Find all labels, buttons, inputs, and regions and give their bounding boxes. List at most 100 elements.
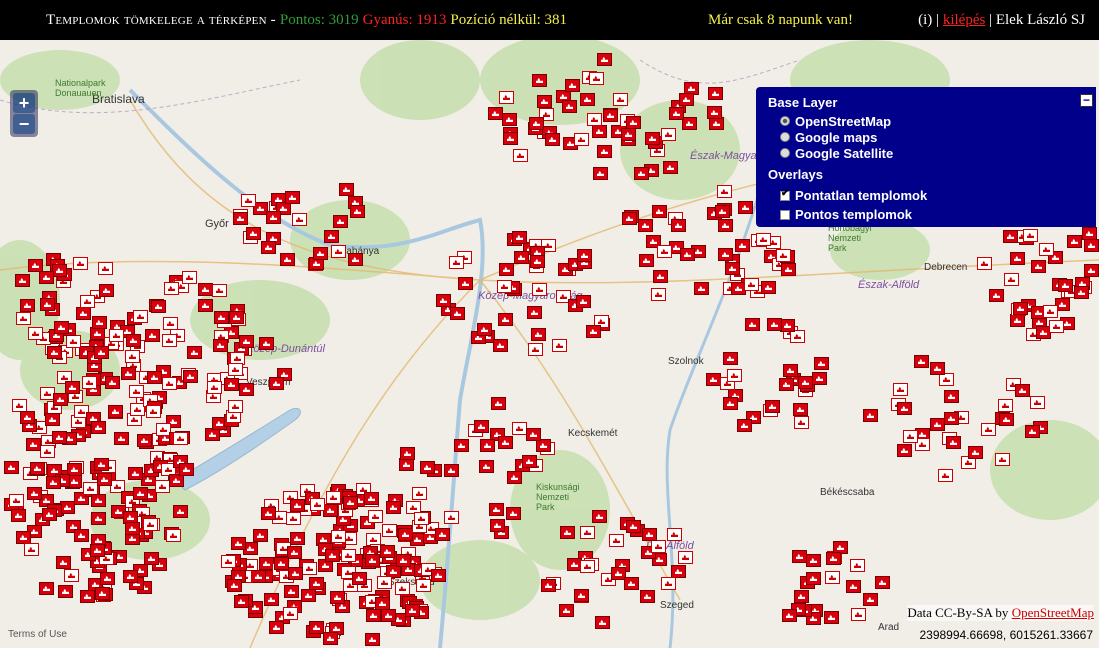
church-marker[interactable]	[946, 436, 961, 449]
church-marker[interactable]	[642, 528, 657, 541]
church-marker[interactable]	[1003, 230, 1018, 243]
church-marker[interactable]	[634, 167, 649, 180]
church-marker[interactable]	[559, 604, 574, 617]
church-marker[interactable]	[597, 145, 612, 158]
church-marker[interactable]	[708, 87, 723, 100]
church-marker[interactable]	[420, 461, 435, 474]
church-marker[interactable]	[552, 339, 567, 352]
church-marker[interactable]	[593, 167, 608, 180]
church-marker[interactable]	[246, 227, 261, 240]
church-marker[interactable]	[46, 476, 61, 489]
church-marker[interactable]	[302, 562, 317, 575]
church-marker[interactable]	[274, 557, 289, 570]
church-marker[interactable]	[794, 416, 809, 429]
church-marker[interactable]	[435, 528, 450, 541]
osm-link[interactable]: OpenStreetMap	[1012, 605, 1094, 620]
church-marker[interactable]	[261, 241, 276, 254]
church-marker[interactable]	[1030, 396, 1045, 409]
church-marker[interactable]	[39, 271, 54, 284]
church-marker[interactable]	[91, 421, 106, 434]
church-marker[interactable]	[47, 346, 62, 359]
church-marker[interactable]	[125, 350, 140, 363]
church-marker[interactable]	[715, 205, 730, 218]
church-marker[interactable]	[903, 430, 918, 443]
church-marker[interactable]	[331, 530, 346, 543]
church-marker[interactable]	[589, 72, 604, 85]
church-marker[interactable]	[352, 572, 367, 585]
church-marker[interactable]	[147, 371, 162, 384]
church-marker[interactable]	[1010, 252, 1025, 265]
church-marker[interactable]	[503, 132, 518, 145]
church-marker[interactable]	[449, 256, 464, 269]
church-marker[interactable]	[290, 532, 305, 545]
church-marker[interactable]	[20, 411, 35, 424]
church-marker[interactable]	[981, 423, 996, 436]
church-marker[interactable]	[783, 364, 798, 377]
church-marker[interactable]	[744, 278, 759, 291]
church-marker[interactable]	[863, 409, 878, 422]
church-marker[interactable]	[414, 512, 429, 525]
church-marker[interactable]	[330, 591, 345, 604]
church-marker[interactable]	[97, 473, 112, 486]
church-marker[interactable]	[231, 537, 246, 550]
radio-button[interactable]	[780, 116, 790, 126]
church-marker[interactable]	[396, 554, 411, 567]
church-marker[interactable]	[80, 590, 95, 603]
church-marker[interactable]	[574, 589, 589, 602]
church-marker[interactable]	[166, 529, 181, 542]
church-marker[interactable]	[114, 432, 129, 445]
church-marker[interactable]	[412, 487, 427, 500]
church-marker[interactable]	[1043, 305, 1058, 318]
church-marker[interactable]	[366, 609, 381, 622]
church-marker[interactable]	[82, 376, 97, 389]
church-marker[interactable]	[251, 570, 266, 583]
church-marker[interactable]	[105, 376, 120, 389]
church-marker[interactable]	[15, 274, 30, 287]
church-marker[interactable]	[587, 113, 602, 126]
church-marker[interactable]	[680, 248, 695, 261]
church-marker[interactable]	[718, 248, 733, 261]
church-marker[interactable]	[28, 327, 43, 340]
church-marker[interactable]	[1031, 260, 1046, 273]
logout-link[interactable]: kilépés	[943, 12, 986, 28]
church-marker[interactable]	[897, 444, 912, 457]
church-marker[interactable]	[126, 334, 141, 347]
church-marker[interactable]	[1025, 425, 1040, 438]
church-marker[interactable]	[163, 317, 178, 330]
checkbox[interactable]	[780, 209, 790, 220]
church-marker[interactable]	[526, 428, 541, 441]
church-marker[interactable]	[173, 505, 188, 518]
church-marker[interactable]	[502, 113, 517, 126]
church-marker[interactable]	[164, 282, 179, 295]
church-marker[interactable]	[779, 378, 794, 391]
church-marker[interactable]	[20, 299, 35, 312]
church-marker[interactable]	[207, 381, 222, 394]
church-marker[interactable]	[512, 231, 527, 244]
church-marker[interactable]	[718, 219, 733, 232]
map-viewport[interactable]: Bratislava Győr Tatabánya Veszprém Debre…	[0, 40, 1099, 648]
base-layer-option[interactable]: Google Satellite	[780, 145, 1084, 161]
church-marker[interactable]	[560, 526, 575, 539]
church-marker[interactable]	[977, 257, 992, 270]
church-marker[interactable]	[529, 117, 544, 130]
church-marker[interactable]	[233, 212, 248, 225]
church-marker[interactable]	[301, 589, 316, 602]
church-marker[interactable]	[108, 405, 123, 418]
church-marker[interactable]	[1074, 286, 1089, 299]
church-marker[interactable]	[1039, 243, 1054, 256]
church-marker[interactable]	[380, 545, 395, 558]
church-marker[interactable]	[228, 363, 243, 376]
church-marker[interactable]	[348, 253, 363, 266]
church-marker[interactable]	[100, 572, 115, 585]
church-marker[interactable]	[498, 313, 513, 326]
church-marker[interactable]	[938, 469, 953, 482]
church-marker[interactable]	[109, 329, 124, 342]
church-marker[interactable]	[851, 608, 866, 621]
church-marker[interactable]	[723, 397, 738, 410]
church-marker[interactable]	[609, 534, 624, 547]
church-marker[interactable]	[527, 306, 542, 319]
church-marker[interactable]	[592, 125, 607, 138]
church-marker[interactable]	[458, 277, 473, 290]
church-marker[interactable]	[595, 616, 610, 629]
church-marker[interactable]	[333, 215, 348, 228]
